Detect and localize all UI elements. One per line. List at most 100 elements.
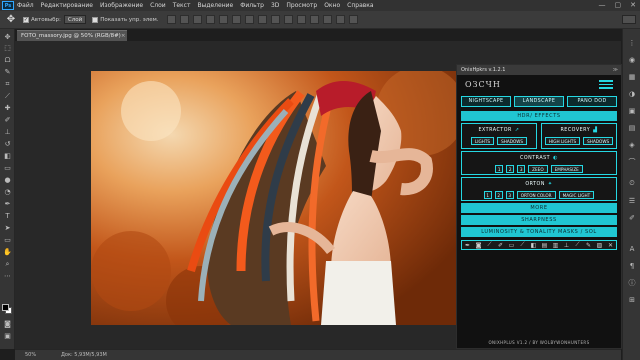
menu-type[interactable]: Текст	[173, 2, 191, 9]
align-left-icon[interactable]	[205, 15, 215, 24]
stamp-tool-icon[interactable]: ⊥	[2, 128, 13, 137]
orton-1-button[interactable]: 1	[483, 191, 492, 199]
menu-view[interactable]: Просмотр	[286, 2, 317, 9]
menu-select[interactable]: Выделение	[197, 2, 233, 9]
layers-icon[interactable]: ▤	[627, 123, 637, 132]
move-tool-icon[interactable]: ✥	[2, 33, 13, 42]
autoselect-checkbox[interactable]: ✓	[23, 16, 29, 23]
panel-grip-icon[interactable]: ⋮	[627, 38, 637, 47]
menu-edit[interactable]: Редактирование	[41, 2, 93, 9]
collapse-icon[interactable]: ≫	[613, 67, 618, 73]
tab-pano-dod[interactable]: PANO DOD	[567, 96, 617, 107]
workspace-dropdown[interactable]	[622, 15, 636, 24]
gradient-icon[interactable]: ▥	[551, 242, 560, 249]
zoom-tool-icon[interactable]: ⌕	[2, 260, 13, 269]
zoom-level[interactable]: 50%	[15, 352, 55, 358]
eyedropper-icon[interactable]: ✎	[584, 242, 593, 249]
history-icon[interactable]: ⏲	[627, 179, 637, 188]
extractor-lights-button[interactable]: LIGHTS	[470, 137, 495, 145]
hamburger-menu-icon[interactable]	[599, 80, 613, 91]
mask-icon[interactable]: ◙	[474, 242, 483, 249]
distribute-bottom-icon[interactable]	[270, 15, 280, 24]
path-select-tool-icon[interactable]: ➤	[2, 224, 13, 233]
autoselect-dropdown[interactable]: Слой	[63, 15, 87, 24]
navigator-icon[interactable]: ⊞	[627, 295, 637, 304]
screen-mode-icon[interactable]: ▣	[2, 332, 13, 341]
menu-window[interactable]: Окно	[324, 2, 340, 9]
maximize-icon[interactable]: ▢	[615, 1, 622, 9]
hdr-effects-button[interactable]: HDR/ EFFECTS	[461, 111, 617, 121]
brush-settings-icon[interactable]: ✐	[627, 213, 637, 222]
show-transform-checkbox[interactable]	[92, 16, 99, 23]
magic-light-button[interactable]: MAGIC LIGHT	[558, 191, 595, 199]
orton-3-button[interactable]: 3	[505, 191, 514, 199]
color-icon[interactable]: ◉	[627, 55, 637, 64]
brush-icon[interactable]: ✐	[496, 242, 505, 249]
menu-layers[interactable]: Слои	[150, 2, 166, 9]
contrast-zeeo-button[interactable]: ZEEO	[528, 165, 548, 173]
align-top-icon[interactable]	[166, 15, 176, 24]
healing-tool-icon[interactable]: ✚	[2, 104, 13, 113]
sharpness-button[interactable]: SHARPNESS	[461, 215, 617, 225]
3d-rotate-icon[interactable]	[335, 15, 345, 24]
menu-filter[interactable]: Фильтр	[240, 2, 264, 9]
lasso-tool-icon[interactable]: ᗝ	[2, 56, 13, 65]
channels-icon[interactable]: ◈	[627, 140, 637, 149]
stripe-icon[interactable]: ▨	[595, 242, 604, 249]
tab-landscape[interactable]: LANDSCAPE	[514, 96, 564, 107]
contrast-emphasize-button[interactable]: EMPHASIZE	[550, 165, 583, 173]
align-middle-icon[interactable]	[179, 15, 189, 24]
crop-tool-icon[interactable]: ⌗	[2, 80, 13, 89]
brush-icon[interactable]: ⟋	[485, 241, 494, 249]
more-button[interactable]: MORE	[461, 203, 617, 213]
eraser-tool-icon[interactable]: ◧	[2, 152, 13, 161]
pen-icon[interactable]: ✒	[463, 242, 472, 249]
minimize-icon[interactable]: —	[599, 1, 606, 9]
3d-pan-icon[interactable]	[348, 15, 358, 24]
align-bottom-icon[interactable]	[192, 15, 202, 24]
move-tool-icon[interactable]: ✥	[3, 13, 19, 27]
distribute-left-icon[interactable]	[283, 15, 293, 24]
dodge-tool-icon[interactable]: ◔	[2, 188, 13, 197]
recovery-highlights-button[interactable]: HIGH LIGHTS	[544, 137, 581, 145]
close-icon[interactable]: ✕	[606, 242, 615, 249]
align-center-icon[interactable]	[218, 15, 228, 24]
rectangle-icon[interactable]: ▭	[507, 242, 516, 249]
brush-tool-icon[interactable]: ✐	[2, 116, 13, 125]
contrast-2-button[interactable]: 2	[506, 165, 515, 173]
contrast-1-button[interactable]: 1	[495, 165, 504, 173]
menu-3d[interactable]: 3D	[271, 2, 279, 9]
quick-select-tool-icon[interactable]: ✎	[2, 68, 13, 77]
menu-image[interactable]: Изображение	[100, 2, 143, 9]
orton-2-button[interactable]: 2	[494, 191, 503, 199]
eyedropper-icon[interactable]: ⟋	[573, 241, 582, 249]
gradient-tool-icon[interactable]: ▭	[2, 164, 13, 173]
orton-color-button[interactable]: ORTON COLOR	[516, 191, 556, 199]
info-icon[interactable]: ⓘ	[627, 278, 637, 287]
close-tab-icon[interactable]: ×	[121, 33, 126, 39]
menu-help[interactable]: Справка	[347, 2, 373, 9]
distribute-middle-icon[interactable]	[257, 15, 267, 24]
eraser-icon[interactable]: ◧	[529, 242, 538, 249]
close-icon[interactable]: ✕	[630, 1, 636, 9]
luminosity-masks-button[interactable]: LUMINOSITY & TONALITY MASKS / SOL	[461, 227, 617, 237]
foreground-color-swatch[interactable]	[2, 304, 9, 311]
eyedropper-tool-icon[interactable]: ⟋	[2, 92, 13, 101]
swatches-icon[interactable]: ▦	[627, 72, 637, 81]
adjustments-icon[interactable]: ◑	[627, 89, 637, 98]
layers-icon[interactable]: ▤	[540, 242, 549, 249]
align-right-icon[interactable]	[231, 15, 241, 24]
3d-mode-icon[interactable]	[322, 15, 332, 24]
blur-tool-icon[interactable]: ●	[2, 176, 13, 185]
quick-mask-icon[interactable]: ◙	[2, 320, 13, 329]
extractor-shadows-button[interactable]: SHADOWS	[497, 137, 528, 145]
contrast-3-button[interactable]: 3	[517, 165, 526, 173]
styles-icon[interactable]: ▣	[627, 106, 637, 115]
type-tool-icon[interactable]: T	[2, 212, 13, 221]
character-icon[interactable]: A	[627, 244, 637, 253]
shape-tool-icon[interactable]: ▭	[2, 236, 13, 245]
menu-file[interactable]: Файл	[17, 2, 34, 9]
distribute-center-icon[interactable]	[296, 15, 306, 24]
distribute-top-icon[interactable]	[244, 15, 254, 24]
document-tab[interactable]: FOTO_massory.jpg @ 50% (RGB/8#) ×	[17, 30, 127, 41]
